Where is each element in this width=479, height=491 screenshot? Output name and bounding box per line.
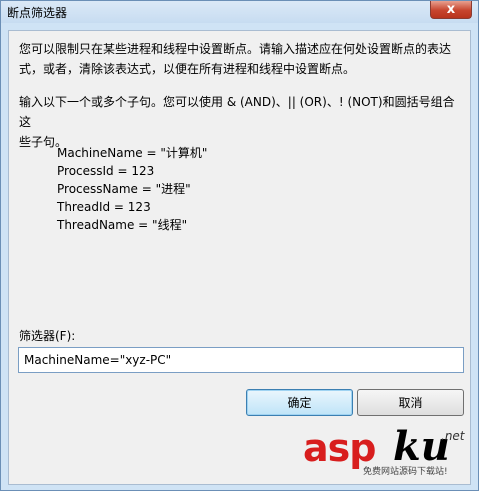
watermark-net: .net	[441, 429, 465, 443]
watermark-subtitle: 免费网站源码下载站!	[363, 467, 448, 477]
dialog-title: 断点筛选器	[7, 6, 68, 20]
clause-instructions: 输入以下一个或多个子句。您可以使用 & (AND)、|| (OR)、! (NOT…	[19, 92, 459, 152]
example-clauses: MachineName = "计算机" ProcessId = 123 Proc…	[57, 144, 207, 234]
close-icon: x	[446, 2, 456, 17]
close-button[interactable]: x	[430, 1, 472, 19]
example-clause: ProcessName = "进程"	[57, 182, 191, 196]
example-clause: ThreadId = 123	[57, 200, 151, 214]
title-bar[interactable]: 断点筛选器 x	[1, 1, 478, 23]
description-text: 您可以限制只在某些进程和线程中设置断点。请输入描述应在何处设置断点的表达 式，或…	[19, 39, 459, 79]
cancel-button[interactable]: 取消	[357, 389, 464, 416]
example-clause: ProcessId = 123	[57, 164, 155, 178]
filter-label: 筛选器(F):	[19, 329, 76, 343]
dialog-content: 您可以限制只在某些进程和线程中设置断点。请输入描述应在何处设置断点的表达 式，或…	[8, 30, 471, 485]
site-watermark: asp ku .net 免费网站源码下载站!	[301, 423, 471, 481]
instructions-line-1: 输入以下一个或多个子句。您可以使用 & (AND)、|| (OR)、! (NOT…	[19, 95, 455, 129]
description-line-1: 您可以限制只在某些进程和线程中设置断点。请输入描述应在何处设置断点的表达	[19, 42, 452, 56]
description-line-2: 式，或者，清除该表达式，以便在所有进程和线程中设置断点。	[19, 62, 356, 76]
breakpoint-filter-dialog: 断点筛选器 x 您可以限制只在某些进程和线程中设置断点。请输入描述应在何处设置断…	[0, 0, 479, 491]
ok-button[interactable]: 确定	[246, 389, 353, 416]
example-clause: ThreadName = "线程"	[57, 218, 188, 232]
filter-input[interactable]	[18, 347, 464, 373]
example-clause: MachineName = "计算机"	[57, 146, 208, 160]
